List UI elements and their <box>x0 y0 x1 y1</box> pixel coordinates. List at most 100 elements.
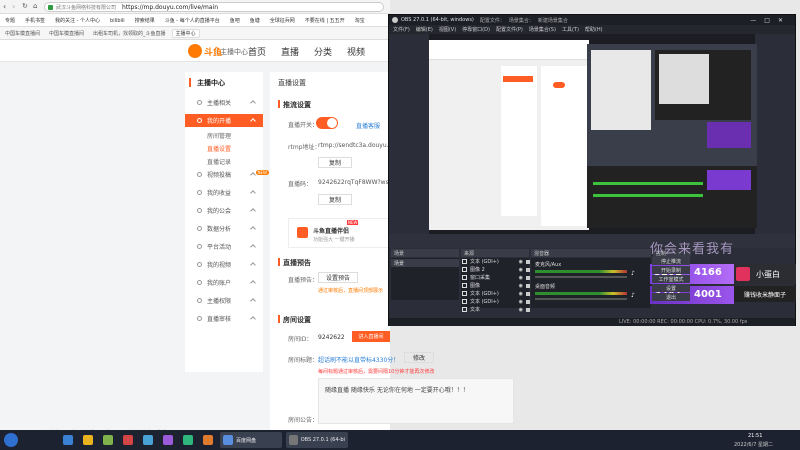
obs-menu-item[interactable]: 场景集合(S) <box>529 26 556 33</box>
mic-speaker-icon[interactable]: ♪ <box>631 270 635 277</box>
taskbar-app[interactable] <box>140 432 156 448</box>
sidebar-item[interactable]: 我的开播 <box>185 114 263 127</box>
taskbar-app[interactable] <box>160 432 176 448</box>
source-item[interactable]: 图像 2 ◉ <box>462 266 530 273</box>
bookmark-item[interactable]: 手机书签 <box>22 16 48 25</box>
companion-promo[interactable]: 斗鱼直播伴侣 功能强大 一键开播 NEW <box>288 218 390 248</box>
obs-menu-item[interactable]: 停靠窗口(D) <box>462 26 490 33</box>
lock-icon[interactable] <box>526 259 530 264</box>
bookmark-item[interactable]: 鱼吧 <box>227 16 243 25</box>
sidebar-item[interactable]: 我的账户 <box>185 276 263 289</box>
source-item[interactable]: 文本 (GDI+) ◉ <box>462 290 530 297</box>
browser-tab[interactable]: 主播中心 <box>171 29 200 38</box>
source-item[interactable]: 文本 (GDI+) ◉ <box>462 258 530 265</box>
browser-tab[interactable]: 中国车模直播间 <box>46 29 87 38</box>
obs-menu-item[interactable]: 工具(T) <box>562 26 579 33</box>
window-controls[interactable]: —□✕ <box>750 17 791 24</box>
lock-icon[interactable] <box>526 291 530 296</box>
taskbar-app[interactable] <box>60 432 76 448</box>
bookmark-item[interactable]: 斗鱼 - 每个人的直播平台 <box>162 16 223 25</box>
obs-control-button[interactable]: 退出 <box>652 293 690 301</box>
enter-room-button[interactable]: 进入直播间 <box>352 331 390 342</box>
set-preview-button[interactable]: 设置预告 <box>318 272 358 283</box>
nav-home[interactable]: 首页 <box>248 45 266 58</box>
obs-menu-item[interactable]: 配置文件(P) <box>496 26 523 33</box>
obs-control-button[interactable]: 开始录制 <box>652 266 690 274</box>
visibility-eye-icon[interactable]: ◉ <box>519 299 523 305</box>
sidebar-item[interactable]: 数据分析 <box>185 222 263 235</box>
address-bar[interactable]: 武汉斗鱼网络科技有限公司 https://mp.douyu.com/live/m… <box>44 2 384 12</box>
copy-key-button[interactable]: 复制 <box>318 194 352 205</box>
obs-preview[interactable] <box>429 34 757 234</box>
nav-video[interactable]: 视频 <box>347 45 365 58</box>
obs-control-button[interactable]: 停止推流 <box>652 257 690 265</box>
sidebar-item[interactable]: 我的视频 <box>185 258 263 271</box>
sidebar-subitem[interactable]: 直播设置 <box>185 142 263 154</box>
visibility-eye-icon[interactable]: ◉ <box>519 291 523 297</box>
nav-category[interactable]: 分类 <box>314 45 332 58</box>
forward-icon[interactable]: › <box>12 2 15 11</box>
home-icon[interactable]: ⌂ <box>33 2 37 10</box>
sidebar-item[interactable]: 视频投稿 NEW <box>185 168 269 181</box>
source-item[interactable]: 文本 ◉ <box>462 306 530 313</box>
taskbar-app[interactable] <box>180 432 196 448</box>
sidebar-item[interactable]: 平台活动 <box>185 240 263 253</box>
edit-title-button[interactable]: 修改 <box>404 352 434 363</box>
lock-icon[interactable] <box>526 267 530 272</box>
lock-icon[interactable] <box>526 283 530 288</box>
taskbar-app[interactable] <box>120 432 136 448</box>
obs-control-button[interactable]: 工作室模式 <box>652 275 690 283</box>
source-item[interactable]: 窗口采集 ◉ <box>462 274 530 281</box>
scene-item[interactable]: 场景 <box>391 259 459 267</box>
desktop-volume-slider[interactable] <box>535 298 627 300</box>
bookmark-item[interactable]: 淘宝 <box>352 16 368 25</box>
bookmark-item[interactable]: 鱼塘 <box>247 16 263 25</box>
mic-volume-slider[interactable] <box>535 276 627 278</box>
source-item[interactable]: 文本 (GDI+) ◉ <box>462 298 530 305</box>
taskbar-app[interactable] <box>80 432 96 448</box>
visibility-eye-icon[interactable]: ◉ <box>519 259 523 265</box>
taskbar-app[interactable] <box>200 432 216 448</box>
taskbar-app[interactable]: OBS 27.0.1 (64-bit... <box>286 432 348 448</box>
visibility-eye-icon[interactable]: ◉ <box>519 267 523 273</box>
live-switch-toggle[interactable] <box>316 117 338 129</box>
sidebar-subitem[interactable]: 房间管理 <box>185 129 263 141</box>
browser-tab[interactable]: 出租车司机，找领取的_斗鱼直播 <box>90 29 169 38</box>
nav-live[interactable]: 直播 <box>281 45 299 58</box>
sidebar-item[interactable]: 主播相关 <box>185 96 263 109</box>
lock-icon[interactable] <box>526 299 530 304</box>
start-button[interactable] <box>4 433 18 447</box>
notice-textarea[interactable]: 随缘直播 随缘快乐 无论你在何地 一定要开心哦！！！ <box>318 378 514 424</box>
refresh-icon[interactable]: ↻ <box>22 2 28 10</box>
obs-menu-item[interactable]: 文件(F) <box>393 26 410 33</box>
browser-tab[interactable]: 中国车模直播间 <box>2 29 43 38</box>
sidebar-item[interactable]: 主播权限 <box>185 294 263 307</box>
bookmark-item[interactable]: bilibili <box>107 16 128 25</box>
obs-control-button[interactable]: 设置 <box>652 284 690 292</box>
obs-menu-item[interactable]: 帮助(H) <box>585 26 603 33</box>
bookmark-item[interactable]: 全球征兵网 <box>267 16 298 25</box>
sidebar-item[interactable]: 我的公会 <box>185 204 263 217</box>
visibility-eye-icon[interactable]: ◉ <box>519 283 523 289</box>
desktop-speaker-icon[interactable]: ♪ <box>631 292 635 299</box>
lock-icon[interactable] <box>526 275 530 280</box>
bookmark-item[interactable]: 专题 <box>2 16 18 25</box>
room-title-label: 房间标题： <box>288 357 319 364</box>
bookmark-item[interactable]: 搜索结果 <box>132 16 158 25</box>
sidebar-subitem[interactable]: 直播记录 <box>185 155 263 167</box>
sidebar-item[interactable]: 直播审核 <box>185 312 263 325</box>
bookmark-item[interactable]: 我的关注 - 个人中心 <box>52 16 103 25</box>
obs-menu-item[interactable]: 编辑(E) <box>416 26 433 33</box>
visibility-eye-icon[interactable]: ◉ <box>519 275 523 281</box>
bookmark-item[interactable]: 不要在线 | 五五开 <box>302 16 348 25</box>
lock-icon[interactable] <box>526 307 530 312</box>
source-item[interactable]: 图像 ◉ <box>462 282 530 289</box>
back-icon[interactable]: ‹ <box>3 2 6 11</box>
copy-rtmp-button[interactable]: 复制 <box>318 157 352 168</box>
obs-menu-item[interactable]: 视图(V) <box>439 26 456 33</box>
taskbar-app[interactable] <box>100 432 116 448</box>
visibility-eye-icon[interactable]: ◉ <box>519 307 523 313</box>
taskbar-app[interactable]: 百度网盘 <box>220 432 282 448</box>
sidebar-item[interactable]: 我的收益 <box>185 186 263 199</box>
live-service-link[interactable]: 直播客服 <box>356 121 380 130</box>
